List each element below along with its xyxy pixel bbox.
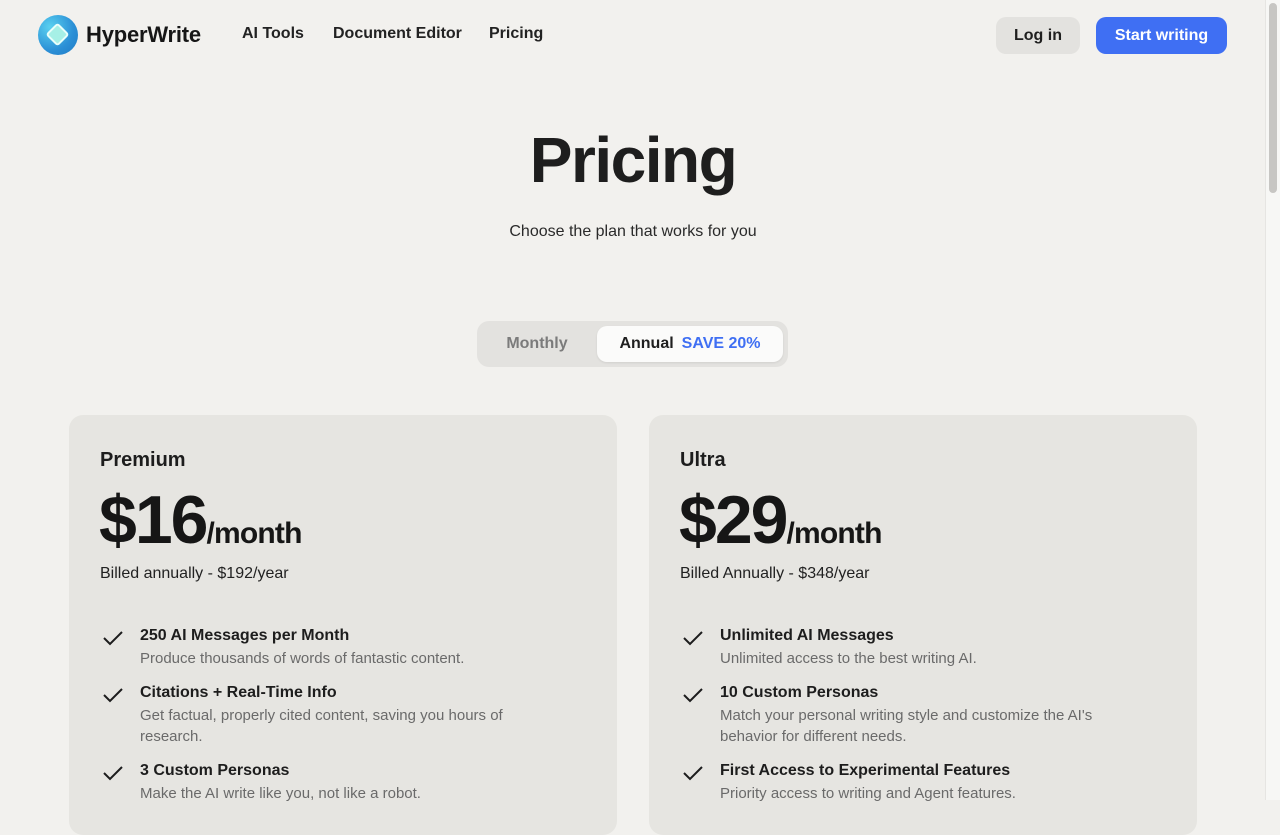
plan-price: $29/month xyxy=(679,481,882,559)
feature-description: Unlimited access to the best writing AI. xyxy=(720,650,977,667)
plan-price: $16/month xyxy=(99,481,302,559)
billing-note: Billed annually - $192/year xyxy=(100,565,289,582)
plan-name: Premium xyxy=(100,449,186,471)
plan-card-ultra: Ultra $29/month Billed Annually - $348/y… xyxy=(649,415,1197,835)
page-scrollbar[interactable] xyxy=(1265,0,1280,800)
feature-title: Unlimited AI Messages xyxy=(720,627,894,644)
start-writing-button[interactable]: Start writing xyxy=(1096,17,1227,54)
top-nav: HyperWrite AI Tools Document Editor Pric… xyxy=(0,0,1266,72)
brand-name[interactable]: HyperWrite xyxy=(86,22,201,48)
scrollbar-thumb[interactable] xyxy=(1269,3,1277,193)
price-amount: $16 xyxy=(99,482,208,558)
billing-annual-option[interactable]: Annual SAVE 20% xyxy=(597,326,783,362)
feature-description: Make the AI write like you, not like a r… xyxy=(140,785,421,802)
feature-title: 3 Custom Personas xyxy=(140,762,290,779)
feature-title: 250 AI Messages per Month xyxy=(140,627,350,644)
plan-name: Ultra xyxy=(680,449,726,471)
nav-document-editor[interactable]: Document Editor xyxy=(333,25,462,43)
feature-list: Unlimited AI Messages Unlimited access t… xyxy=(680,626,1140,818)
feature-description: Produce thousands of words of fantastic … xyxy=(140,650,465,667)
feature-item: 250 AI Messages per Month Produce thousa… xyxy=(100,626,560,669)
billing-toggle: Monthly Annual SAVE 20% xyxy=(477,321,788,367)
feature-description: Match your personal writing style and cu… xyxy=(720,707,1093,745)
feature-item: First Access to Experimental Features Pr… xyxy=(680,761,1140,804)
page-title: Pricing xyxy=(529,124,738,196)
feature-item: 10 Custom Personas Match your personal w… xyxy=(680,683,1140,747)
save-badge: SAVE 20% xyxy=(681,335,761,352)
check-icon xyxy=(103,766,123,781)
billing-note: Billed Annually - $348/year xyxy=(680,565,870,582)
billing-monthly-option[interactable]: Monthly xyxy=(481,326,593,362)
price-period: /month xyxy=(786,517,882,550)
check-icon xyxy=(103,631,123,646)
price-amount: $29 xyxy=(679,482,788,558)
annual-label: Annual xyxy=(619,335,674,352)
check-icon xyxy=(683,766,703,781)
page-subtitle: Choose the plan that works for you xyxy=(509,223,757,240)
check-icon xyxy=(103,688,123,703)
feature-description: Priority access to writing and Agent fea… xyxy=(720,785,1016,802)
plan-card-premium: Premium $16/month Billed annually - $192… xyxy=(69,415,617,835)
hyperwrite-logo-icon[interactable] xyxy=(38,15,78,55)
feature-item: Unlimited AI Messages Unlimited access t… xyxy=(680,626,1140,669)
check-icon xyxy=(683,631,703,646)
feature-title: First Access to Experimental Features xyxy=(720,762,1011,779)
feature-title: 10 Custom Personas xyxy=(720,684,879,701)
feature-list: 250 AI Messages per Month Produce thousa… xyxy=(100,626,560,818)
nav-pricing[interactable]: Pricing xyxy=(489,25,543,43)
nav-ai-tools[interactable]: AI Tools xyxy=(242,25,304,43)
check-icon xyxy=(683,688,703,703)
login-button[interactable]: Log in xyxy=(996,17,1080,54)
feature-item: Citations + Real-Time Info Get factual, … xyxy=(100,683,560,747)
price-period: /month xyxy=(206,517,302,550)
feature-item: 3 Custom Personas Make the AI write like… xyxy=(100,761,560,804)
feature-description: Get factual, properly cited content, sav… xyxy=(140,707,503,745)
feature-title: Citations + Real-Time Info xyxy=(140,684,337,701)
